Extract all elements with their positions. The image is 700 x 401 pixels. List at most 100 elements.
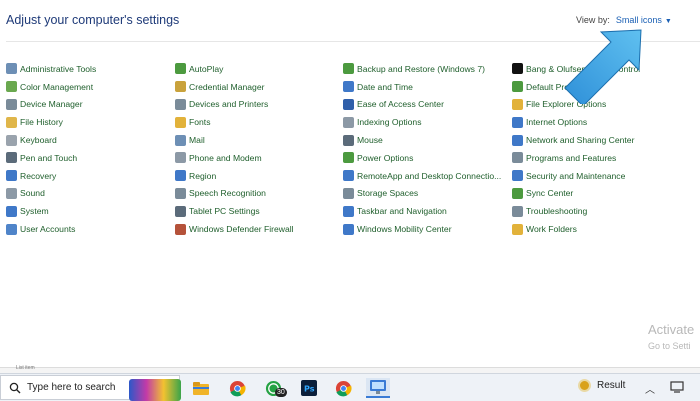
items-column-2: AutoPlay Credential Manager Devices and Pr…: [175, 60, 294, 238]
control-panel-item-label: Troubleshooting: [526, 206, 588, 217]
control-panel-item[interactable]: Color Management: [6, 78, 96, 96]
whatsapp-icon[interactable]: 30: [263, 378, 287, 398]
control-panel-item[interactable]: File History: [6, 113, 96, 131]
control-panel-item-label: Recovery: [20, 170, 57, 181]
work-folders-icon: [512, 223, 523, 235]
sound-icon: [6, 187, 17, 199]
control-panel-item-label: Security and Maintenance: [526, 170, 626, 181]
admin-tools-icon: [6, 63, 17, 75]
view-by-dropdown[interactable]: Small icons: [616, 15, 662, 25]
device-manager-icon: [6, 98, 17, 110]
tablet-icon: [175, 205, 186, 217]
autoplay-icon: [175, 63, 186, 75]
control-panel-item-label: Phone and Modem: [189, 152, 262, 163]
control-panel-item[interactable]: Mouse: [343, 131, 501, 149]
control-panel-item[interactable]: Tablet PC Settings: [175, 202, 294, 220]
control-panel-item[interactable]: Windows Defender Firewall: [175, 220, 294, 238]
control-panel-item[interactable]: System: [6, 202, 96, 220]
control-panel-item[interactable]: File Explorer Options: [512, 96, 640, 114]
control-panel-item[interactable]: Devices and Printers: [175, 96, 294, 114]
search-highlight-image: [129, 379, 181, 401]
network-icon: [512, 134, 523, 146]
status-strip-text: List item: [16, 365, 35, 371]
control-panel-item[interactable]: Speech Recognition: [175, 185, 294, 203]
control-panel-item[interactable]: Ease of Access Center: [343, 96, 501, 114]
control-panel-item-label: Bang & Olufsen Audio Control: [526, 63, 641, 74]
control-panel-item[interactable]: Sync Center: [512, 185, 640, 203]
activation-watermark-sub: Go to Setti: [648, 341, 691, 351]
control-panel-taskbar-icon[interactable]: [366, 378, 390, 398]
control-panel-item[interactable]: Bang & Olufsen Audio Control: [512, 60, 640, 78]
control-panel-item-label: Taskbar and Navigation: [357, 206, 447, 217]
chrome-profile-icon[interactable]: [333, 378, 353, 398]
control-panel-item[interactable]: Backup and Restore (Windows 7): [343, 60, 501, 78]
control-panel-item[interactable]: Administrative Tools: [6, 60, 96, 78]
control-panel-item[interactable]: Power Options: [343, 149, 501, 167]
region-icon: [175, 170, 186, 182]
remote-desktop-icon: [343, 170, 354, 182]
flag-icon: [512, 170, 523, 182]
file-history-icon: [6, 116, 17, 128]
control-panel-item-label: Date and Time: [357, 81, 413, 92]
chevron-down-icon[interactable]: ▼: [665, 18, 672, 25]
control-panel-item[interactable]: Default Programs: [512, 78, 640, 96]
control-panel-item-label: RemoteApp and Desktop Connectio...: [357, 170, 502, 181]
control-panel-item-label: Backup and Restore (Windows 7): [357, 63, 486, 74]
control-panel-item[interactable]: Security and Maintenance: [512, 167, 640, 185]
system-icon: [6, 205, 17, 217]
control-panel-item[interactable]: Recovery: [6, 167, 96, 185]
control-panel-item-label: Fonts: [189, 117, 211, 128]
network-tray-icon[interactable]: [670, 380, 684, 398]
backup-icon: [343, 63, 354, 75]
control-panel-item[interactable]: Sound: [6, 185, 96, 203]
control-panel-item[interactable]: RemoteApp and Desktop Connectio...: [343, 167, 501, 185]
control-panel-item[interactable]: Keyboard: [6, 131, 96, 149]
control-panel-item[interactable]: Network and Sharing Center: [512, 131, 640, 149]
taskbar-search[interactable]: Type here to search: [0, 375, 181, 401]
svg-text:Ps: Ps: [304, 385, 315, 394]
control-panel-item-label: Mail: [189, 135, 205, 146]
control-panel-item[interactable]: Taskbar and Navigation: [343, 202, 501, 220]
control-panel-item-label: Keyboard: [20, 135, 57, 146]
control-panel-item[interactable]: Pen and Touch: [6, 149, 96, 167]
chrome-icon[interactable]: [227, 378, 247, 398]
credential-manager-icon: [175, 81, 186, 93]
control-panel-item[interactable]: Storage Spaces: [343, 185, 501, 203]
control-panel-item-label: Internet Options: [526, 117, 588, 128]
control-panel-item[interactable]: User Accounts: [6, 220, 96, 238]
mail-icon: [175, 134, 186, 146]
control-panel-item-label: File Explorer Options: [526, 99, 607, 110]
chevron-up-icon[interactable]: ︿: [645, 381, 655, 396]
photoshop-icon[interactable]: Ps: [299, 378, 319, 398]
control-panel-item[interactable]: Region: [175, 167, 294, 185]
ease-of-access-icon: [343, 98, 354, 110]
control-panel-item-label: Indexing Options: [357, 117, 422, 128]
control-panel-item[interactable]: Indexing Options: [343, 113, 501, 131]
control-panel-item[interactable]: Device Manager: [6, 96, 96, 114]
file-explorer-icon[interactable]: [191, 378, 211, 398]
control-panel-item[interactable]: Windows Mobility Center: [343, 220, 501, 238]
user-accounts-icon: [6, 223, 17, 235]
control-panel-item[interactable]: Fonts: [175, 113, 294, 131]
mouse-icon: [343, 134, 354, 146]
weather-widget[interactable]: Result: [578, 379, 625, 392]
control-panel-item[interactable]: Programs and Features: [512, 149, 640, 167]
control-panel-item[interactable]: Phone and Modem: [175, 149, 294, 167]
folder-icon: [512, 98, 523, 110]
control-panel-item-label: Windows Defender Firewall: [189, 224, 294, 235]
control-panel-item-label: Pen and Touch: [20, 152, 78, 163]
control-panel-item-label: Ease of Access Center: [357, 99, 444, 110]
view-by: View by: Small icons ▼: [576, 15, 672, 25]
divider: [6, 41, 700, 42]
control-panel-item[interactable]: Date and Time: [343, 78, 501, 96]
control-panel-item[interactable]: Mail: [175, 131, 294, 149]
control-panel-item-label: Tablet PC Settings: [189, 206, 260, 217]
control-panel-item[interactable]: Credential Manager: [175, 78, 294, 96]
keyboard-icon: [6, 134, 17, 146]
control-panel-item[interactable]: Work Folders: [512, 220, 640, 238]
internet-icon: [512, 116, 523, 128]
control-panel-item[interactable]: AutoPlay: [175, 60, 294, 78]
control-panel-item[interactable]: Troubleshooting: [512, 202, 640, 220]
control-panel-item[interactable]: Internet Options: [512, 113, 640, 131]
pen-icon: [6, 152, 17, 164]
